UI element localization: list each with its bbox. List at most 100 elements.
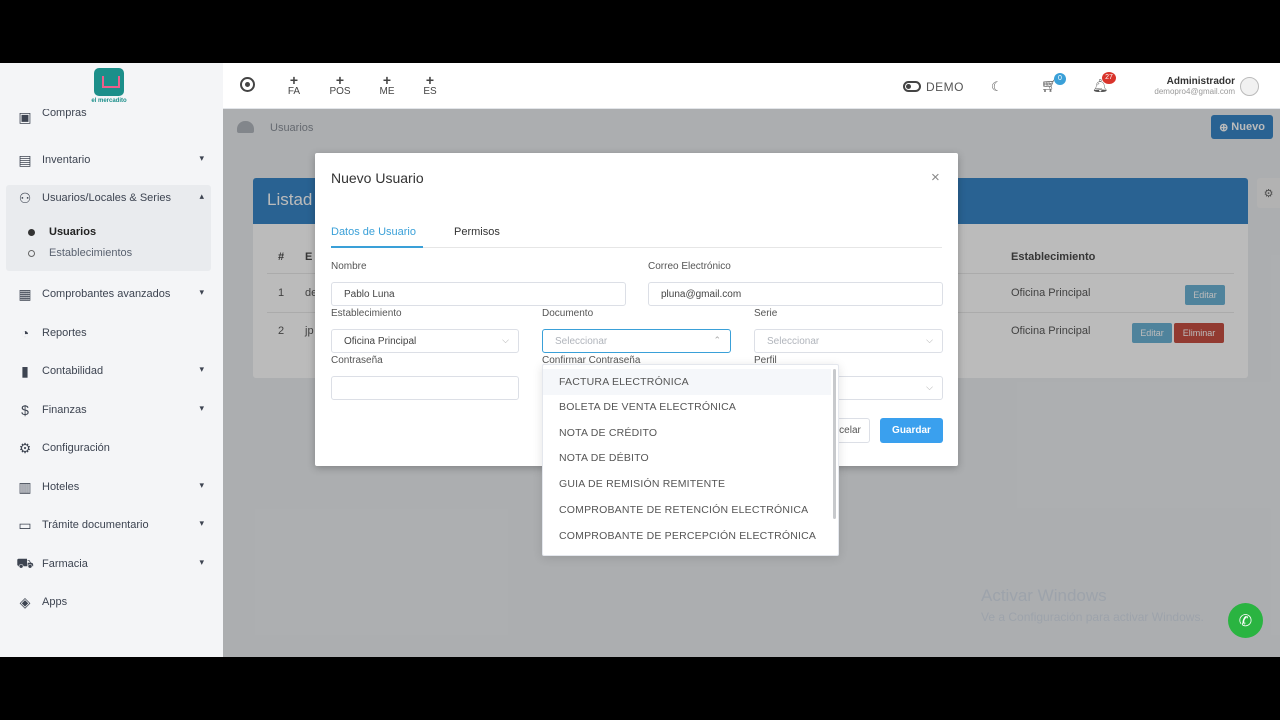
sidebar-item-label: Comprobantes avanzados: [42, 288, 171, 300]
sidebar-item-tramite[interactable]: ▭ Trámite documentario ▾: [0, 512, 223, 538]
sidebar-item-label: Compras: [42, 109, 87, 119]
chevron-down-icon: ▾: [199, 153, 204, 163]
shortcut-label: FA: [287, 86, 301, 97]
users-icon: ⚇: [18, 189, 32, 206]
moon-icon[interactable]: ☾: [991, 79, 1003, 95]
select-placeholder: Seleccionar: [555, 335, 608, 347]
truck-icon: ⛟: [16, 554, 34, 571]
dropdown-option[interactable]: COMPROBANTE DE RETENCIÓN ELECTRÓNICA: [543, 497, 831, 523]
sidebar-item-contabilidad[interactable]: ▮ Contabilidad ▾: [0, 358, 223, 384]
cart-icon: ▣: [18, 109, 32, 125]
documento-label: Documento: [542, 308, 594, 319]
sidebar-item-label: Apps: [42, 596, 68, 608]
sidebar-item-usuarios-locales[interactable]: ⚇ Usuarios/Locales & Series ▴: [0, 185, 223, 211]
serie-select[interactable]: Seleccionar ⌵: [754, 329, 943, 353]
building-icon: ▥: [18, 478, 32, 495]
dropdown-option[interactable]: FACTURA ELECTRÓNICA: [543, 369, 831, 395]
sidebar-item-reportes[interactable]: ◔ Reportes: [0, 320, 223, 346]
submenu-label: Usuarios: [49, 226, 97, 238]
contrasena-label: Contraseña: [331, 355, 383, 366]
sidebar-item-apps[interactable]: ◈ Apps: [0, 589, 223, 615]
avatar[interactable]: [1240, 77, 1259, 96]
user-email: demopro4@gmail.com: [1154, 87, 1235, 96]
shortcut-es[interactable]: + ES: [421, 72, 439, 98]
sidebar-item-label: Configuración: [42, 442, 110, 454]
chart-pie-icon: ◔: [20, 325, 30, 341]
submenu-item-establecimientos[interactable]: Establecimientos: [28, 247, 132, 259]
gear-icon: ⚙: [18, 439, 32, 456]
chevron-down-icon: ⌵: [502, 335, 509, 345]
dropdown-option[interactable]: NOTA DE CRÉDITO: [543, 420, 831, 446]
demo-toggle[interactable]: [903, 81, 921, 92]
save-button[interactable]: Guardar: [880, 418, 943, 443]
serie-label: Serie: [754, 308, 778, 319]
receipt-icon: ▦: [18, 285, 32, 302]
target-icon[interactable]: [240, 77, 255, 92]
chevron-down-icon: ▾: [199, 557, 204, 567]
sidebar-item-label: Trámite documentario: [42, 519, 149, 531]
chevron-down-icon: ⌵: [926, 335, 933, 345]
chevron-down-icon: ▾: [199, 480, 204, 490]
dropdown-option[interactable]: BOLETA DE VENTA ELECTRÓNICA: [543, 394, 831, 420]
sidebar-item-comprobantes[interactable]: ▦ Comprobantes avanzados ▾: [0, 281, 223, 307]
tab-datos-usuario[interactable]: Datos de Usuario: [331, 226, 416, 238]
inactive-dot-icon: [28, 249, 35, 257]
establecimiento-label: Establecimiento: [331, 308, 402, 319]
submenu-label: Establecimientos: [49, 247, 133, 259]
cancel-label: celar: [839, 425, 861, 436]
user-name[interactable]: Administrador: [1103, 76, 1235, 87]
active-tab-indicator: [331, 246, 423, 248]
documento-dropdown: FACTURA ELECTRÓNICA BOLETA DE VENTA ELEC…: [542, 364, 839, 556]
cube-icon: ◈: [19, 593, 31, 610]
sidebar: el mercadito ▣ Compras ▤ Inventario ▾ ⚇ …: [0, 63, 223, 657]
shortcut-fa[interactable]: + FA: [285, 72, 303, 98]
plus-icon: +: [289, 72, 299, 88]
dropdown-option[interactable]: COMPROBANTE DE PERCEPCIÓN ELECTRÓNICA: [543, 523, 831, 549]
establecimiento-select[interactable]: Oficina Principal ⌵: [331, 329, 519, 353]
nombre-input[interactable]: Pablo Luna: [331, 282, 626, 306]
chevron-down-icon: ▾: [199, 518, 204, 528]
chevron-up-icon: ⌃: [713, 335, 721, 345]
dropdown-option[interactable]: NOTA DE DÉBITO: [543, 445, 831, 471]
chevron-up-icon: ▴: [199, 191, 204, 201]
sidebar-item-label: Inventario: [42, 154, 91, 166]
nombre-label: Nombre: [331, 261, 367, 272]
chevron-down-icon: ▾: [199, 364, 204, 374]
plus-icon: +: [425, 72, 435, 88]
sidebar-item-label: Farmacia: [42, 558, 88, 570]
bar-chart-icon: ▮: [21, 362, 29, 379]
sidebar-item-compras[interactable]: ▣ Compras: [0, 109, 223, 125]
app-logo[interactable]: el mercadito: [88, 68, 130, 108]
submenu-item-usuarios[interactable]: Usuarios: [28, 226, 96, 238]
sidebar-item-label: Reportes: [42, 327, 87, 339]
tab-permisos[interactable]: Permisos: [454, 226, 500, 238]
shortcut-label: ES: [423, 86, 437, 97]
email-field[interactable]: pluna@gmail.com: [648, 282, 943, 306]
sidebar-item-label: Contabilidad: [42, 365, 104, 377]
shortcut-pos[interactable]: + POS: [327, 73, 353, 98]
chevron-down-icon: ▾: [199, 403, 204, 413]
sidebar-item-label: Hoteles: [42, 481, 80, 493]
logo-text: el mercadito: [91, 98, 127, 104]
sidebar-item-farmacia[interactable]: ⛟ Farmacia ▾: [0, 551, 223, 577]
sidebar-item-finanzas[interactable]: $ Finanzas ▾: [0, 397, 223, 423]
inventory-icon: ▤: [18, 151, 32, 168]
windows-activation-text: Ve a Configuración para activar Windows.: [981, 610, 1204, 624]
demo-label: DEMO: [926, 80, 964, 94]
sidebar-item-inventario[interactable]: ▤ Inventario ▾: [0, 147, 223, 173]
cart-badge: 0: [1054, 73, 1066, 85]
dollar-icon: $: [21, 402, 29, 418]
sidebar-item-hoteles[interactable]: ▥ Hoteles ▾: [0, 474, 223, 500]
close-icon[interactable]: ×: [931, 169, 940, 186]
correo-label: Correo Electrónico: [648, 261, 731, 272]
app-frame: el mercadito ▣ Compras ▤ Inventario ▾ ⚇ …: [0, 63, 1280, 657]
dropdown-scrollbar[interactable]: [833, 369, 836, 519]
sidebar-item-configuracion[interactable]: ⚙ Configuración: [0, 435, 223, 461]
dropdown-option[interactable]: GUIA DE REMISIÓN REMITENTE: [543, 471, 831, 497]
documento-select[interactable]: Seleccionar ⌃: [542, 329, 731, 353]
topbar: + FA + POS + ME + ES DEMO ☾ 🛒︎ 0 🔔︎ 27 Admin…: [223, 63, 1280, 109]
whatsapp-icon[interactable]: ✆: [1228, 603, 1263, 638]
password-input[interactable]: [331, 376, 519, 400]
sidebar-item-label: Finanzas: [42, 404, 87, 416]
shortcut-me[interactable]: + ME: [377, 73, 397, 98]
